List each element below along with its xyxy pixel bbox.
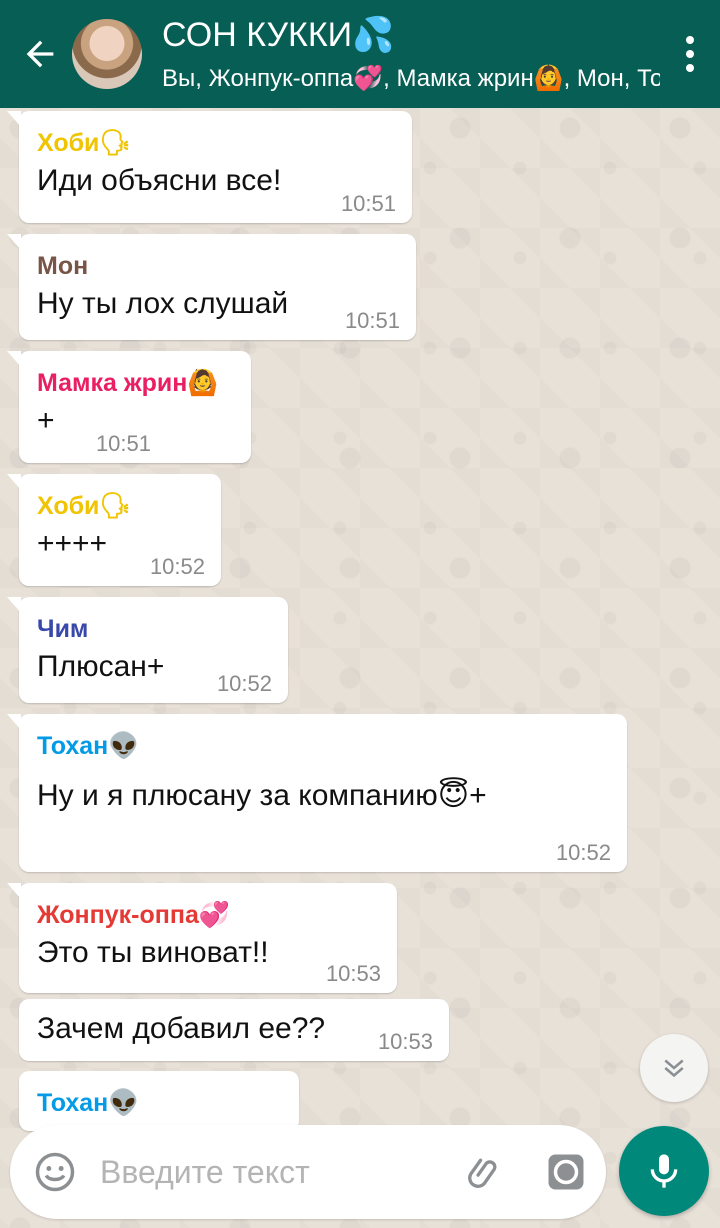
message-text: Ну и я плюсану за компанию😇+ [37,779,487,812]
message-time: 10:53 [377,1029,433,1054]
scroll-to-bottom-button[interactable] [640,1034,708,1102]
message-sender: Хоби🗣 [37,129,132,157]
group-avatar[interactable] [72,19,142,89]
message-sender: Хоби🗣 [37,492,132,520]
message-sender: Тохан👽 [37,732,140,760]
message-bubble[interactable]: Чим Плюсан+ 10:52 [7,597,288,703]
emoji-icon [35,1152,75,1192]
back-button[interactable] [0,0,72,108]
arrow-left-icon [26,40,54,68]
message-time: 10:51 [344,308,400,333]
message-bubble[interactable]: Тохан👽 Ну и я плюсану за компанию😇+ 10:5… [7,714,627,872]
camera-icon [548,1154,584,1190]
chat-title: СОН КУККИ💦 [162,16,395,54]
message-bubble[interactable]: Зачем добавил ее?? 10:53 [19,999,449,1061]
more-options-button[interactable] [660,0,720,108]
message-bubble[interactable]: Мон Ну ты лох слушай 10:51 [7,234,416,340]
more-vertical-icon [686,36,694,44]
voice-record-button[interactable] [619,1126,709,1216]
message-sender: Чим [37,615,89,643]
attach-button[interactable] [446,1125,526,1219]
emoji-button[interactable] [10,1125,100,1219]
message-time: 10:52 [555,840,611,865]
message-bubble[interactable]: Жонпук-оппа💞 Это ты виноват!! 10:53 [7,883,397,993]
message-bubble[interactable]: Тохан👽 [19,1071,299,1131]
message-bubble[interactable]: Мамка жрин🙆 + 10:51 [7,351,251,463]
chat-members: Вы, Жонпук-оппа💞, Мамка жрин🙆, Мон, Тоха… [162,65,660,92]
message-bubble[interactable]: Хоби🗣 ++++ 10:52 [7,474,221,586]
message-sender: Мамка жрин🙆 [37,369,219,397]
paperclip-icon [468,1158,497,1188]
message-text: Ну ты лох слушай [37,287,289,320]
message-sender: Мон [37,252,89,280]
chevron-double-down-icon [664,1059,684,1078]
message-time: 10:52 [216,671,272,696]
message-bubble[interactable]: Хоби🗣 Иди объясни все! 10:51 [7,111,412,223]
message-time: 10:51 [95,431,151,456]
message-sender: Жонпук-оппа💞 [37,901,230,929]
message-text: Зачем добавил ее?? [37,1012,326,1045]
message-time: 10:51 [340,191,396,216]
chat-title-area[interactable]: СОН КУККИ💦 Вы, Жонпук-оппа💞, Мамка жрин🙆… [162,0,660,108]
message-time: 10:53 [325,961,381,986]
message-input[interactable]: Введите текст [100,1154,446,1191]
camera-button[interactable] [526,1125,606,1219]
message-composer: Введите текст [10,1125,606,1219]
message-sender: Тохан👽 [37,1089,140,1117]
microphone-icon [650,1154,678,1188]
chat-header: СОН КУККИ💦 Вы, Жонпук-оппа💞, Мамка жрин🙆… [0,0,720,108]
message-time: 10:52 [149,554,205,579]
